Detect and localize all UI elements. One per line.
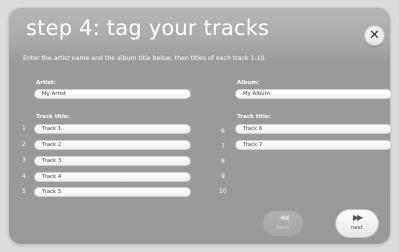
back-button[interactable]: ◀◀ back (262, 210, 304, 237)
track-number: 5 (22, 188, 26, 195)
track-6-input[interactable]: Track 6 (235, 124, 392, 134)
track-title-label-left: Track title: (36, 114, 70, 120)
track-title-label-right: Track title: (237, 114, 271, 120)
track-number: 6 (221, 128, 225, 135)
track-number: 10 (219, 188, 227, 195)
track-number: 4 (22, 173, 26, 180)
track-number: 9 (221, 173, 225, 180)
track-number: 8 (221, 158, 225, 165)
track-1-input[interactable]: Track 1 (34, 124, 191, 134)
track-5-input[interactable]: Track 5 (34, 187, 191, 197)
track-number: 7 (221, 143, 225, 150)
track-7-input[interactable]: Track 7 (235, 140, 392, 150)
rewind-icon: ◀◀ (278, 213, 289, 222)
album-label: Album: (237, 80, 260, 86)
track-number: 2 (22, 141, 26, 148)
close-icon: ✕ (369, 28, 380, 43)
window-background: step 4: tag your tracks ✕ Enter the arti… (0, 0, 399, 252)
artist-input[interactable]: My Artist (34, 89, 191, 99)
track-number: 3 (22, 157, 26, 164)
fast-forward-icon: ▶▶ (352, 213, 363, 222)
dialog-title: step 4: tag your tracks (26, 16, 270, 40)
album-input[interactable]: My Album (235, 89, 392, 99)
next-button[interactable]: ▶▶ next (336, 210, 378, 237)
track-3-input[interactable]: Track 3 (34, 156, 191, 166)
close-button[interactable]: ✕ (364, 25, 385, 46)
back-button-label: back (276, 225, 290, 231)
instruction-text: Enter the artist name and the album titl… (23, 55, 267, 62)
artist-label: Artist: (36, 80, 56, 86)
next-button-label: next (350, 225, 364, 231)
track-4-input[interactable]: Track 4 (34, 172, 191, 182)
track-2-input[interactable]: Track 2 (34, 140, 191, 150)
track-number: 1 (22, 125, 26, 132)
